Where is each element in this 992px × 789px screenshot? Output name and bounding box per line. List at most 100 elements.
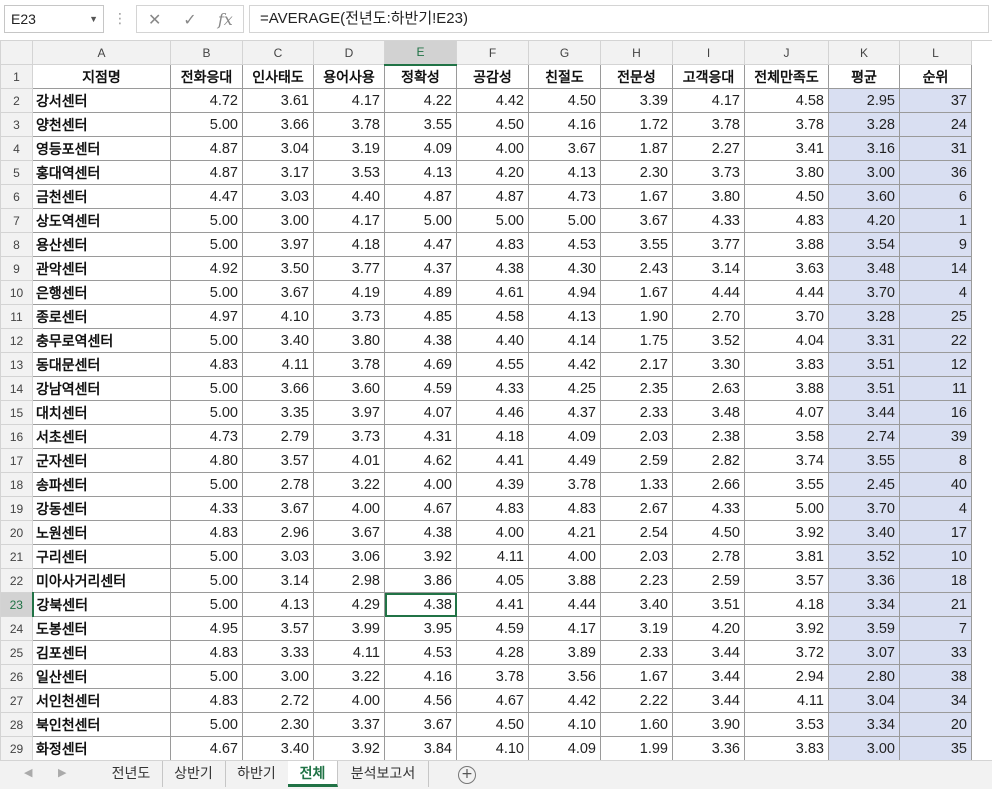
branch-name-cell[interactable]: 충무로역센터 xyxy=(32,328,171,353)
cell-k[interactable]: 2.80 xyxy=(828,664,900,689)
cell-c[interactable]: 3.57 xyxy=(242,616,314,641)
cell-b[interactable]: 4.97 xyxy=(170,304,243,329)
cell-e[interactable]: 4.00 xyxy=(384,472,457,497)
cell-d[interactable]: 3.78 xyxy=(313,112,385,137)
column-header-g[interactable]: G xyxy=(528,40,601,65)
cell-l[interactable]: 37 xyxy=(899,88,972,113)
cell-i[interactable]: 4.50 xyxy=(672,520,745,545)
cell-j[interactable]: 3.83 xyxy=(744,352,829,377)
cell-h[interactable]: 1.60 xyxy=(600,712,673,737)
row-header[interactable]: 13 xyxy=(0,352,33,377)
cell-h[interactable]: 2.03 xyxy=(600,544,673,569)
cell-g[interactable]: 3.88 xyxy=(528,568,601,593)
cell-g[interactable]: 5.00 xyxy=(528,208,601,233)
row-header[interactable]: 17 xyxy=(0,448,33,473)
row-header[interactable]: 3 xyxy=(0,112,33,137)
cell-c[interactable]: 2.79 xyxy=(242,424,314,449)
cell-k[interactable]: 3.59 xyxy=(828,616,900,641)
row-header[interactable]: 25 xyxy=(0,640,33,665)
cell-f[interactable]: 4.28 xyxy=(456,640,529,665)
cell-e[interactable]: 4.62 xyxy=(384,448,457,473)
cell-l[interactable]: 24 xyxy=(899,112,972,137)
cell-h[interactable]: 3.67 xyxy=(600,208,673,233)
cell-b[interactable]: 4.73 xyxy=(170,424,243,449)
cell-l[interactable]: 4 xyxy=(899,280,972,305)
header-cell[interactable]: 인사태도 xyxy=(242,64,314,89)
cell-e[interactable]: 4.89 xyxy=(384,280,457,305)
cell-j[interactable]: 3.88 xyxy=(744,232,829,257)
column-header-j[interactable]: J xyxy=(744,40,829,65)
cell-e[interactable]: 4.22 xyxy=(384,88,457,113)
cell-k[interactable]: 3.70 xyxy=(828,496,900,521)
sheet-tab[interactable]: 전년도 xyxy=(100,761,163,787)
cell-e[interactable]: 4.38 xyxy=(384,328,457,353)
cell-c[interactable]: 3.57 xyxy=(242,448,314,473)
cell-h[interactable]: 2.17 xyxy=(600,352,673,377)
header-cell[interactable]: 친절도 xyxy=(528,64,601,89)
cell-g[interactable]: 4.50 xyxy=(528,88,601,113)
cell-l[interactable]: 1 xyxy=(899,208,972,233)
cell-k[interactable]: 3.40 xyxy=(828,520,900,545)
cell-e[interactable]: 4.67 xyxy=(384,496,457,521)
cell-f[interactable]: 4.40 xyxy=(456,328,529,353)
cell-d[interactable]: 4.17 xyxy=(313,208,385,233)
cell-k[interactable]: 3.00 xyxy=(828,736,900,761)
header-cell[interactable]: 전문성 xyxy=(600,64,673,89)
cell-l[interactable]: 33 xyxy=(899,640,972,665)
cell-c[interactable]: 3.35 xyxy=(242,400,314,425)
branch-name-cell[interactable]: 은행센터 xyxy=(32,280,171,305)
cell-k[interactable]: 3.44 xyxy=(828,400,900,425)
row-header[interactable]: 20 xyxy=(0,520,33,545)
cell-k[interactable]: 3.36 xyxy=(828,568,900,593)
cell-f[interactable]: 4.42 xyxy=(456,88,529,113)
row-header[interactable]: 14 xyxy=(0,376,33,401)
cell-j[interactable]: 3.63 xyxy=(744,256,829,281)
cell-g[interactable]: 4.25 xyxy=(528,376,601,401)
cell-k[interactable]: 3.04 xyxy=(828,688,900,713)
cell-d[interactable]: 2.98 xyxy=(313,568,385,593)
cell-j[interactable]: 4.50 xyxy=(744,184,829,209)
cell-f[interactable]: 4.11 xyxy=(456,544,529,569)
cell-g[interactable]: 4.44 xyxy=(528,592,601,617)
row-header[interactable]: 23 xyxy=(0,592,34,617)
cell-j[interactable]: 4.11 xyxy=(744,688,829,713)
cell-g[interactable]: 4.13 xyxy=(528,160,601,185)
cell-k[interactable]: 3.34 xyxy=(828,592,900,617)
cell-j[interactable]: 3.81 xyxy=(744,544,829,569)
cell-l[interactable]: 38 xyxy=(899,664,972,689)
branch-name-cell[interactable]: 노원센터 xyxy=(32,520,171,545)
cell-g[interactable]: 4.10 xyxy=(528,712,601,737)
cell-h[interactable]: 3.39 xyxy=(600,88,673,113)
row-header[interactable]: 28 xyxy=(0,712,33,737)
cell-b[interactable]: 4.67 xyxy=(170,736,243,761)
cell-h[interactable]: 2.35 xyxy=(600,376,673,401)
cell-f[interactable]: 4.67 xyxy=(456,688,529,713)
header-cell[interactable]: 순위 xyxy=(899,64,972,89)
cell-f[interactable]: 4.50 xyxy=(456,112,529,137)
chevron-down-icon[interactable]: ▼ xyxy=(89,6,98,32)
cell-b[interactable]: 5.00 xyxy=(170,472,243,497)
cell-l[interactable]: 36 xyxy=(899,160,972,185)
cell-e[interactable]: 4.13 xyxy=(384,160,457,185)
cell-d[interactable]: 3.78 xyxy=(313,352,385,377)
cell-d[interactable]: 3.92 xyxy=(313,736,385,761)
cell-e[interactable]: 4.59 xyxy=(384,376,457,401)
cell-d[interactable]: 3.67 xyxy=(313,520,385,545)
column-header-d[interactable]: D xyxy=(313,40,385,65)
cell-h[interactable]: 1.72 xyxy=(600,112,673,137)
branch-name-cell[interactable]: 용산센터 xyxy=(32,232,171,257)
cell-l[interactable]: 11 xyxy=(899,376,972,401)
cell-i[interactable]: 3.14 xyxy=(672,256,745,281)
branch-name-cell[interactable]: 도봉센터 xyxy=(32,616,171,641)
row-header[interactable]: 12 xyxy=(0,328,33,353)
cell-b[interactable]: 4.83 xyxy=(170,640,243,665)
cell-k[interactable]: 3.16 xyxy=(828,136,900,161)
cell-e[interactable]: 3.95 xyxy=(384,616,457,641)
cell-i[interactable]: 2.63 xyxy=(672,376,745,401)
cell-d[interactable]: 3.99 xyxy=(313,616,385,641)
cell-d[interactable]: 4.29 xyxy=(313,592,385,617)
cell-i[interactable]: 3.73 xyxy=(672,160,745,185)
cell-d[interactable]: 3.80 xyxy=(313,328,385,353)
row-header[interactable]: 16 xyxy=(0,424,33,449)
cell-d[interactable]: 3.77 xyxy=(313,256,385,281)
